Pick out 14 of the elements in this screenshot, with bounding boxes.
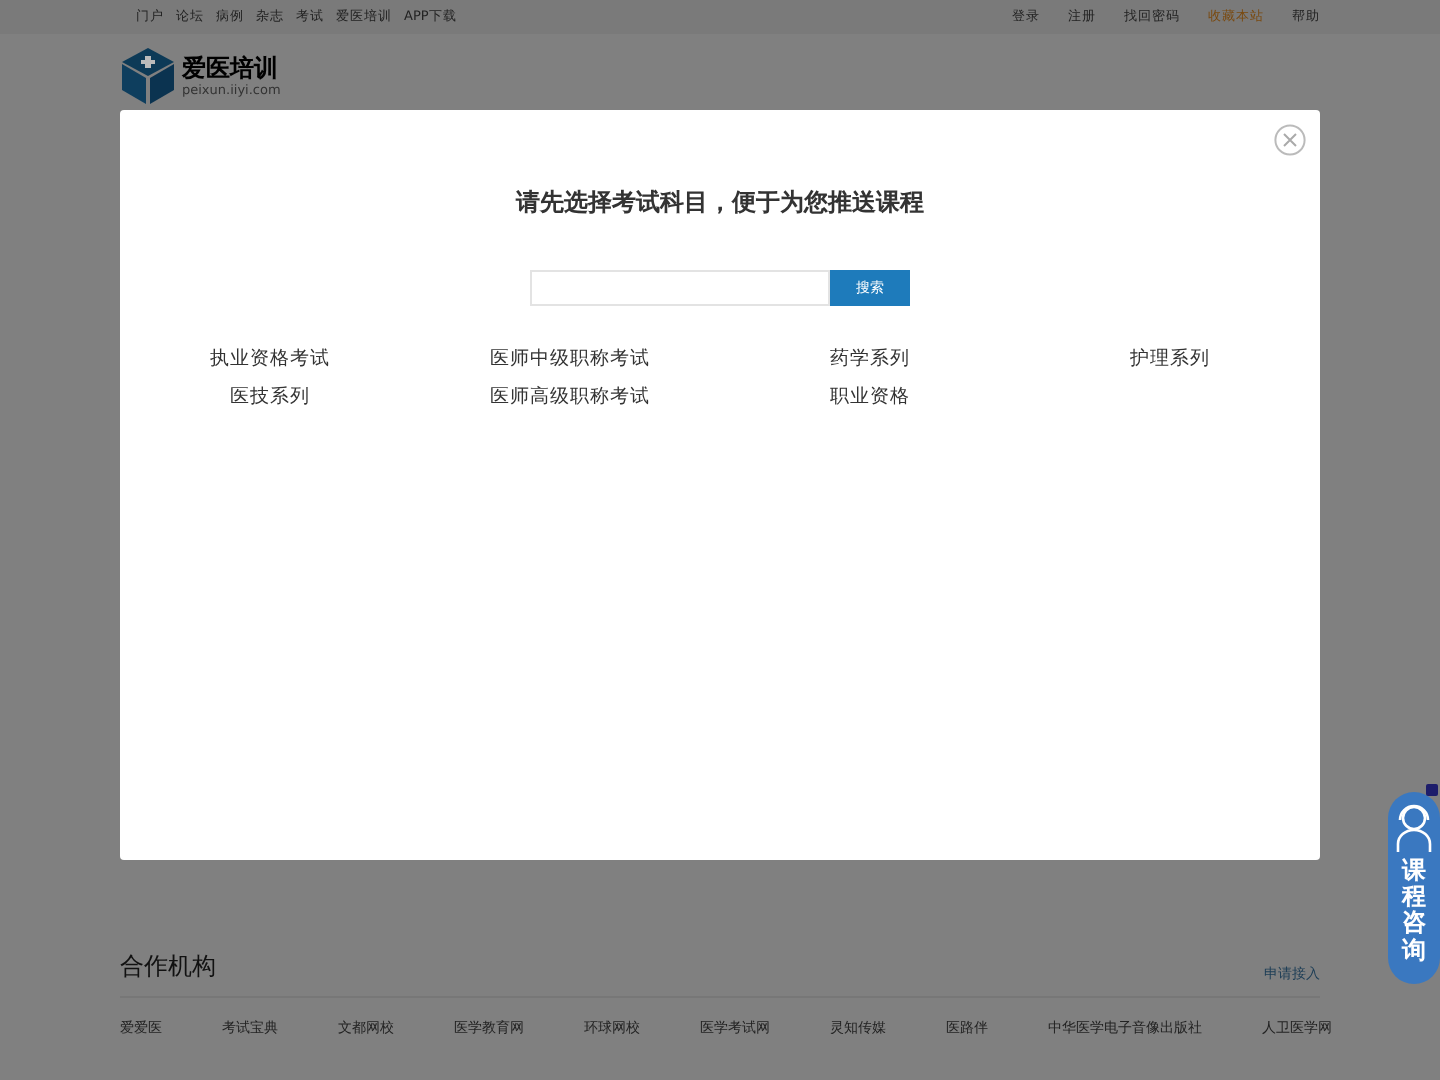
subject-link[interactable]: 护理系列 — [1130, 346, 1210, 372]
search-field[interactable] — [530, 270, 830, 306]
subject-link[interactable]: 医师中级职称考试 — [490, 346, 650, 372]
section-title: 合作机构 — [120, 950, 216, 984]
subject-link[interactable]: 医技系列 — [230, 384, 310, 410]
logo-name: 爱医培训 — [182, 53, 280, 81]
subject-link[interactable]: 药学系列 — [830, 346, 910, 372]
subject-link[interactable]: 职业资格 — [830, 384, 910, 410]
subject-link[interactable]: 执业资格考试 — [210, 346, 330, 372]
subject-link[interactable]: 医师高级职称考试 — [490, 384, 650, 410]
headset-person-icon — [1394, 802, 1434, 854]
cube-logo-icon — [120, 45, 176, 105]
dialog-title: 请先选择考试科目，便于为您推送课程 — [513, 186, 926, 220]
consult-button[interactable]: 课程咨询 — [1388, 792, 1440, 984]
